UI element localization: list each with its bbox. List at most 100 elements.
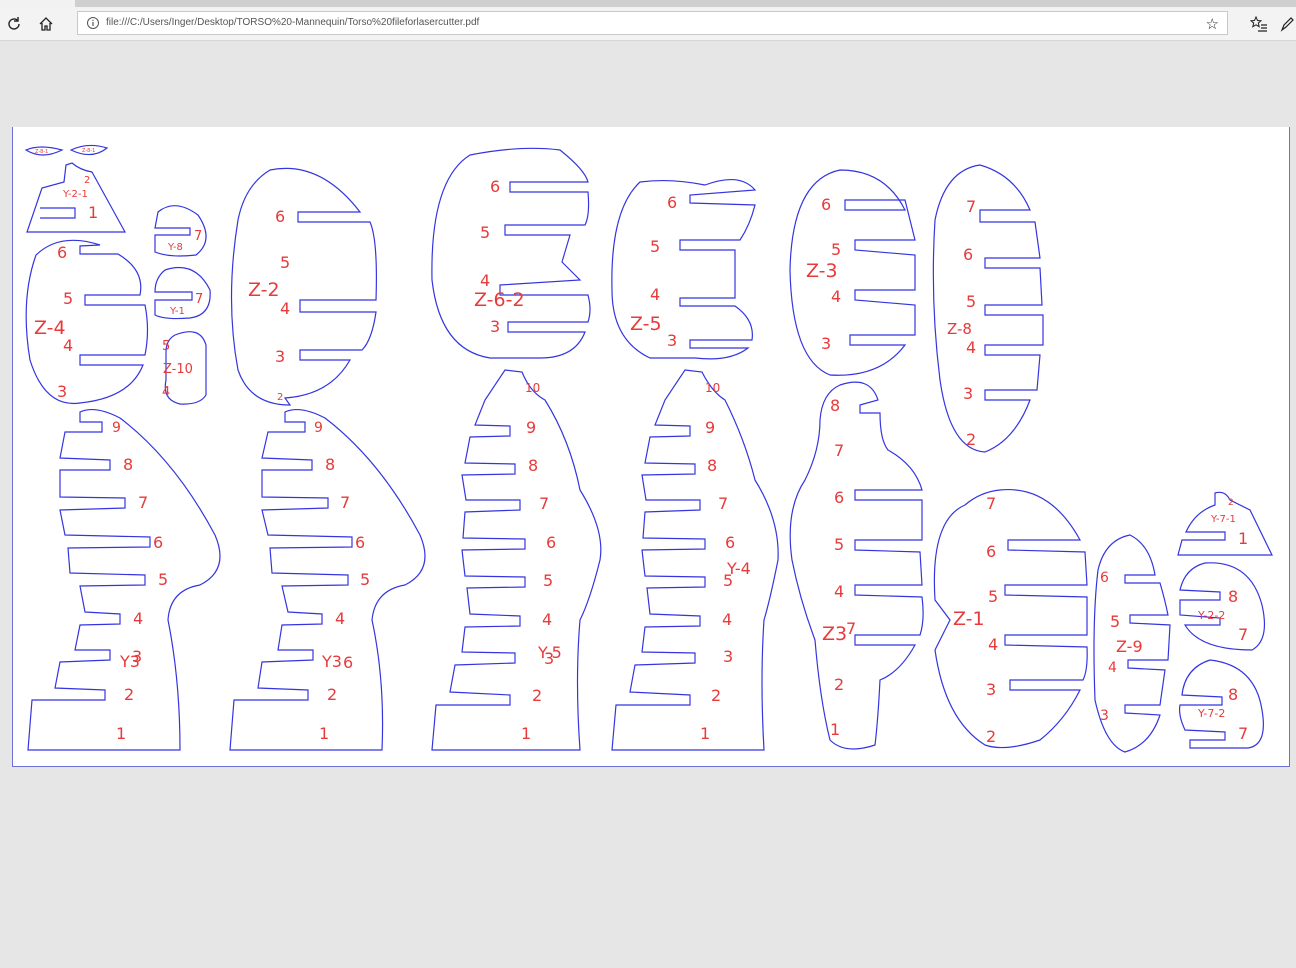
svg-text:4: 4 bbox=[162, 385, 170, 400]
svg-text:8: 8 bbox=[1228, 587, 1238, 606]
svg-text:4: 4 bbox=[133, 609, 143, 628]
svg-text:7: 7 bbox=[340, 493, 350, 512]
svg-text:7: 7 bbox=[1238, 625, 1248, 644]
svg-text:7: 7 bbox=[138, 493, 148, 512]
svg-text:3: 3 bbox=[821, 334, 831, 353]
svg-text:6: 6 bbox=[667, 193, 677, 212]
svg-text:2: 2 bbox=[834, 675, 844, 694]
part-label: Z-1 bbox=[953, 608, 985, 630]
svg-text:6: 6 bbox=[57, 243, 67, 262]
svg-text:3: 3 bbox=[544, 649, 554, 668]
svg-text:8: 8 bbox=[325, 455, 335, 474]
svg-text:3: 3 bbox=[57, 382, 67, 401]
svg-text:8: 8 bbox=[1228, 685, 1238, 704]
svg-text:3: 3 bbox=[963, 384, 973, 403]
svg-text:3: 3 bbox=[667, 331, 677, 350]
cut-sheet-drawing: Z-8-1 Z-8-1 2 Y-2-1 1 6 5 Z-4 4 3 Y-8 7 … bbox=[24, 144, 1273, 753]
svg-text:6: 6 bbox=[986, 542, 996, 561]
svg-text:5: 5 bbox=[988, 587, 998, 606]
part-label: Z-6-2 bbox=[474, 289, 525, 311]
part-label: Y3 bbox=[321, 652, 342, 671]
svg-text:7: 7 bbox=[846, 619, 856, 638]
svg-text:7: 7 bbox=[1238, 724, 1248, 743]
svg-text:1: 1 bbox=[319, 724, 329, 743]
svg-text:2: 2 bbox=[124, 685, 134, 704]
svg-text:1: 1 bbox=[116, 724, 126, 743]
part-label: Y-8 bbox=[167, 242, 183, 253]
svg-text:2: 2 bbox=[532, 686, 542, 705]
svg-text:2: 2 bbox=[986, 727, 996, 746]
svg-text:8: 8 bbox=[830, 396, 840, 415]
svg-text:4: 4 bbox=[650, 285, 660, 304]
svg-text:8: 8 bbox=[123, 455, 133, 474]
svg-text:3: 3 bbox=[1100, 708, 1109, 724]
svg-text:6: 6 bbox=[963, 245, 973, 264]
svg-text:5: 5 bbox=[158, 570, 168, 589]
svg-text:7: 7 bbox=[195, 292, 203, 307]
svg-text:3: 3 bbox=[723, 647, 733, 666]
svg-text:5: 5 bbox=[480, 223, 490, 242]
svg-text:1: 1 bbox=[830, 720, 840, 739]
tiny-label: Z-8-1 bbox=[82, 148, 95, 154]
svg-text:7: 7 bbox=[718, 494, 728, 513]
svg-text:5: 5 bbox=[63, 289, 73, 308]
svg-text:4: 4 bbox=[831, 287, 841, 306]
svg-text:6: 6 bbox=[821, 195, 831, 214]
svg-text:5: 5 bbox=[831, 240, 841, 259]
svg-text:6: 6 bbox=[490, 177, 500, 196]
svg-text:5: 5 bbox=[834, 535, 844, 554]
svg-text:2: 2 bbox=[84, 175, 90, 186]
svg-text:6: 6 bbox=[343, 653, 353, 672]
svg-text:4: 4 bbox=[63, 336, 73, 355]
svg-text:2: 2 bbox=[711, 686, 721, 705]
svg-text:9: 9 bbox=[314, 420, 323, 436]
tiny-label: Z-8-1 bbox=[35, 149, 48, 155]
part-label: Y-1 bbox=[169, 306, 185, 317]
svg-text:4: 4 bbox=[542, 610, 552, 629]
part-label: Z-4 bbox=[34, 317, 66, 339]
svg-text:9: 9 bbox=[112, 420, 121, 436]
svg-text:5: 5 bbox=[650, 237, 660, 256]
svg-text:9: 9 bbox=[705, 418, 715, 437]
svg-text:3: 3 bbox=[490, 317, 500, 336]
svg-text:3: 3 bbox=[986, 680, 996, 699]
svg-text:5: 5 bbox=[280, 253, 290, 272]
svg-text:6: 6 bbox=[725, 533, 735, 552]
svg-text:1: 1 bbox=[521, 724, 531, 743]
svg-text:4: 4 bbox=[722, 610, 732, 629]
svg-text:5: 5 bbox=[966, 292, 976, 311]
svg-text:3: 3 bbox=[275, 347, 285, 366]
part-label: Z3 bbox=[822, 623, 847, 645]
svg-text:8: 8 bbox=[528, 456, 538, 475]
svg-text:4: 4 bbox=[480, 271, 490, 290]
svg-text:6: 6 bbox=[1100, 570, 1109, 586]
svg-text:7: 7 bbox=[986, 494, 996, 513]
svg-text:4: 4 bbox=[335, 609, 345, 628]
part-label: Y-7-2 bbox=[1197, 707, 1225, 720]
svg-text:7: 7 bbox=[966, 197, 976, 216]
svg-text:4: 4 bbox=[988, 635, 998, 654]
svg-text:2: 2 bbox=[327, 685, 337, 704]
svg-text:8: 8 bbox=[707, 456, 717, 475]
svg-text:5: 5 bbox=[360, 570, 370, 589]
svg-text:2: 2 bbox=[1228, 498, 1234, 508]
part-label: Z-3 bbox=[806, 260, 838, 282]
svg-text:6: 6 bbox=[355, 533, 365, 552]
part-label: Y-2-2 bbox=[1197, 609, 1225, 622]
svg-text:4: 4 bbox=[834, 582, 844, 601]
part-label: Y3 bbox=[119, 652, 140, 671]
svg-text:1: 1 bbox=[1238, 529, 1248, 548]
svg-text:5: 5 bbox=[1110, 612, 1120, 631]
part-label: Z-8 bbox=[947, 320, 972, 338]
svg-text:7: 7 bbox=[539, 494, 549, 513]
svg-text:5: 5 bbox=[723, 571, 733, 590]
part-label: Y-7-1 bbox=[1210, 514, 1236, 525]
svg-text:4: 4 bbox=[280, 299, 290, 318]
svg-text:1: 1 bbox=[700, 724, 710, 743]
svg-text:5: 5 bbox=[543, 571, 553, 590]
part-label: Y-2-1 bbox=[62, 189, 88, 200]
svg-text:10: 10 bbox=[705, 381, 720, 395]
svg-text:7: 7 bbox=[194, 229, 202, 244]
svg-text:9: 9 bbox=[526, 418, 536, 437]
svg-text:1: 1 bbox=[88, 203, 98, 222]
